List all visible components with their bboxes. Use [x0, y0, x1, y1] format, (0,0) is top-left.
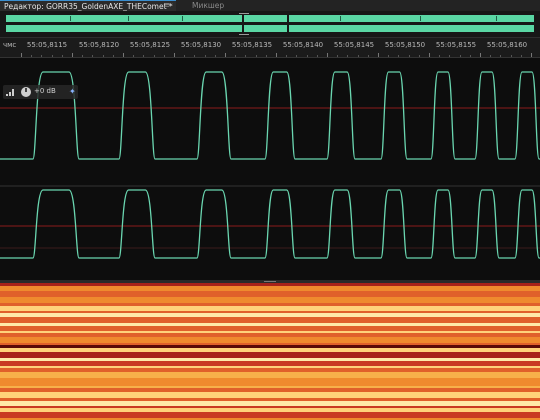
ruler-tick: [449, 55, 451, 57]
ruler-tick: [439, 55, 441, 57]
ruler-tick: [265, 55, 267, 57]
overview-tick: [182, 16, 183, 21]
ruler-tick: [408, 55, 410, 57]
time-ruler[interactable]: чмс 55:05,8115 55:05,8120 55:05,8125 55:…: [0, 38, 540, 95]
overview-tick: [496, 16, 497, 21]
ruler-label: 55:05,8125: [129, 41, 171, 49]
overview-navigator[interactable]: [0, 11, 540, 38]
ruler-tick: [398, 55, 400, 57]
ruler-label: 55:05,8140: [282, 41, 324, 49]
volume-hud[interactable]: +0 dB ✦: [3, 85, 78, 99]
ruler-tick: [327, 53, 328, 57]
ruler-tick: [204, 55, 206, 57]
ruler-tick: [153, 55, 155, 57]
ruler-tick: [194, 55, 196, 57]
ruler-tick: [418, 55, 420, 57]
ruler-tick: [367, 55, 369, 57]
overview-gap: [287, 14, 289, 33]
ruler-tick: [429, 53, 430, 57]
ruler-tick: [163, 55, 165, 57]
ruler-tick: [510, 55, 512, 57]
ruler-tick: [459, 55, 461, 57]
ruler-tick: [174, 53, 175, 57]
ruler-tick: [245, 55, 247, 57]
ruler-label: 55:05,8135: [231, 41, 273, 49]
panel-tab-bar: Редактор: GORR35_GoldenAXE_THEComet * ≡ …: [0, 0, 540, 11]
ruler-tick: [500, 55, 502, 57]
ruler-label: 55:05,8130: [180, 41, 222, 49]
ruler-tick: [51, 55, 53, 57]
overview-tick: [420, 16, 421, 21]
overview-tick: [128, 16, 129, 21]
ruler-tick: [337, 55, 339, 57]
ruler-tick: [306, 55, 308, 57]
ruler-tick: [112, 55, 114, 57]
waveform-left-channel: [0, 71, 540, 160]
ruler-label: 55:05,8155: [435, 41, 477, 49]
splitter-grip[interactable]: [264, 281, 276, 282]
spectral-band: [0, 343, 540, 345]
ruler-label: 55:05,8120: [78, 41, 120, 49]
ruler-tick: [378, 53, 379, 57]
ruler-tick: [82, 55, 84, 57]
ruler-label: 55:05,8115: [26, 41, 68, 49]
overview-tick: [70, 16, 71, 21]
pin-icon[interactable]: ✦: [69, 87, 76, 97]
ruler-tick: [184, 55, 186, 57]
ruler-tick: [490, 55, 492, 57]
volume-value: +0 dB: [34, 87, 56, 95]
tab-mixer[interactable]: Микшер: [192, 0, 224, 11]
tab-editor-label: Редактор: GORR35_GoldenAXE_THEComet *: [4, 2, 173, 11]
ruler-tick: [225, 53, 226, 57]
ruler-tick: [61, 55, 63, 57]
ruler-tick: [214, 55, 216, 57]
ruler-tick: [316, 55, 318, 57]
ruler-tick: [102, 55, 104, 57]
ruler-tick: [388, 55, 390, 57]
ruler-tick: [286, 55, 288, 57]
ruler-tick: [143, 55, 145, 57]
ruler-tick: [235, 55, 237, 57]
overview-view-marker[interactable]: [239, 13, 249, 35]
ruler-tick: [531, 53, 532, 57]
waveform-display[interactable]: [0, 58, 540, 280]
ruler-tick: [92, 55, 94, 57]
ruler-tick: [255, 55, 257, 57]
tab-mixer-label: Микшер: [192, 1, 225, 10]
ruler-tick: [41, 55, 43, 57]
ruler-tick: [296, 55, 298, 57]
ruler-tick: [347, 55, 349, 57]
ruler-tick: [72, 53, 73, 57]
ruler-tick: [520, 55, 522, 57]
tab-menu-icon[interactable]: ≡: [162, 0, 172, 9]
tab-editor[interactable]: Редактор: GORR35_GoldenAXE_THEComet *: [0, 0, 176, 11]
ruler-tick: [357, 55, 359, 57]
ruler-tick: [276, 53, 277, 57]
ruler-tick: [133, 55, 135, 57]
ruler-label: 55:05,8150: [384, 41, 426, 49]
ruler-unit-label: чмс: [3, 41, 17, 49]
overview-right-channel: [6, 25, 534, 32]
volume-knob-icon[interactable]: [21, 87, 31, 97]
ruler-label: 55:05,8160: [486, 41, 528, 49]
ruler-tick: [480, 53, 481, 57]
ruler-tick: [123, 53, 124, 57]
overview-left-channel: [6, 15, 534, 22]
overview-tick: [340, 16, 341, 21]
ruler-tick: [31, 55, 33, 57]
ruler-tick: [21, 53, 22, 57]
waveform-canvas: [0, 71, 540, 259]
ruler-label: 55:05,8145: [333, 41, 375, 49]
spectral-display[interactable]: [0, 283, 540, 420]
volume-bars-icon: [6, 89, 14, 96]
ruler-tick: [469, 55, 471, 57]
